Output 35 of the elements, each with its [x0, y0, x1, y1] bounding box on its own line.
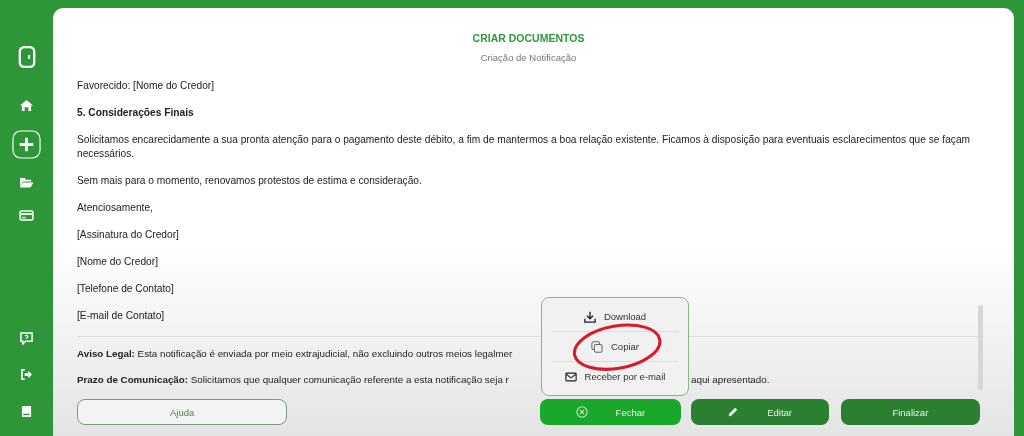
add-button[interactable] [12, 130, 41, 159]
scrollbar[interactable] [978, 305, 983, 390]
paragraph: [E-mail de Contato] [77, 309, 165, 323]
copy-icon [591, 340, 603, 353]
page-title: CRIAR DOCUMENTOS [471, 32, 586, 44]
paragraph: Solicitamos encarecidamente a sua pronta atenção para o pagamento deste débito, a fim de mantermos a boa relação existente. Ficamos à disposição para eventuais esclarecimentos que se façam necessários. [77, 133, 972, 161]
legal-text: aqui apresentado. [691, 373, 770, 387]
mail-icon [564, 371, 577, 382]
finish-button[interactable]: Finalizar [840, 399, 980, 425]
paragraph: Atenciosamente, [77, 201, 153, 215]
legal-text: Prazo de Comunicação: Solicitamos que qualquer comunicação referente a esta notificação seja r [77, 373, 510, 387]
home-icon[interactable] [19, 99, 34, 112]
download-icon [583, 310, 596, 323]
paragraph: [Telefone de Contato] [77, 282, 174, 296]
email-menu-item[interactable]: Receber por e-mail [552, 362, 678, 391]
logout-icon[interactable] [20, 369, 33, 380]
copy-menu-item[interactable]: Copiar [552, 332, 678, 361]
help-icon[interactable] [20, 332, 33, 345]
folder-icon[interactable] [19, 177, 34, 188]
help-button[interactable]: Ajuda [77, 399, 288, 425]
book-icon[interactable] [21, 405, 32, 418]
paragraph: [Nome do Credor] [77, 255, 158, 269]
edit-button[interactable]: Editar [690, 399, 829, 425]
paragraph: Favorecido: [Nome do Credor] [77, 79, 215, 93]
close-icon [575, 406, 588, 418]
pencil-icon [727, 406, 740, 418]
card-icon[interactable] [19, 210, 34, 221]
section-heading: 5. Considerações Finais [77, 106, 194, 120]
legal-text: Aviso Legal: Esta notificação é enviada por meio extrajudicial, não excluindo outros meios legalmer [77, 347, 514, 361]
paragraph: Sem mais para o momento, renovamos protestos de estima e consideração. [77, 174, 422, 188]
logo-icon [17, 45, 36, 69]
download-menu-item[interactable]: Download [552, 302, 678, 331]
page-subtitle: Criação de Notificação [479, 52, 578, 63]
close-button[interactable]: Fechar [540, 399, 681, 425]
paragraph: [Assinatura do Credor] [77, 228, 179, 242]
